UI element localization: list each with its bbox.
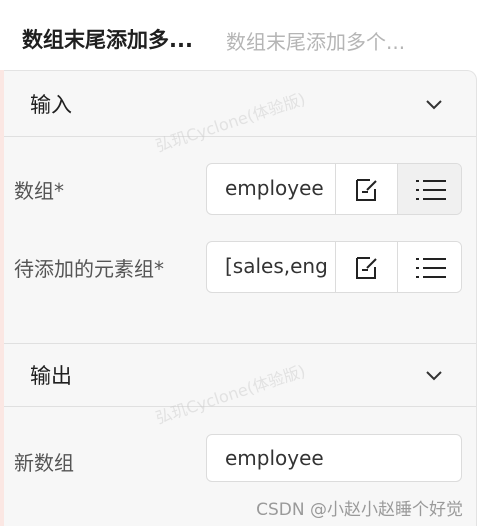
node-header: 数组末尾添加多... 数组末尾添加多个... [0,0,477,70]
output-section-title: 输出 [30,364,72,388]
output-section-header[interactable]: 输出 [4,343,476,407]
list-button[interactable] [397,164,461,214]
edit-button[interactable] [335,164,397,214]
elements-value: [sales,eng [225,254,328,278]
new-array-value: employee [225,446,324,470]
array-label: 数组* [14,179,64,203]
elements-label: 待添加的元素组* [14,257,164,281]
elements-field[interactable]: [sales,eng [206,241,462,293]
list-button[interactable] [397,242,461,292]
new-array-field[interactable]: employee [206,434,462,482]
chevron-down-icon [426,100,442,110]
edit-button[interactable] [335,242,397,292]
new-array-label: 新数组 [14,451,74,475]
properties-panel: 输入 弘玑Cyclone(体验版) 数组* employee 待添加的元素组* … [4,70,477,526]
array-value: employee [225,176,324,200]
input-section-header[interactable]: 输入 [4,72,476,137]
node-title: 数组末尾添加多... [22,28,193,52]
edit-icon [355,257,377,279]
csdn-watermark: CSDN @小赵小赵睡个好觉 [256,500,463,520]
list-icon [415,180,446,200]
input-section-title: 输入 [30,93,72,117]
edit-icon [355,179,377,201]
array-field[interactable]: employee [206,163,462,215]
list-icon [415,258,446,278]
chevron-down-icon [426,371,442,381]
page: 数组末尾添加多... 数组末尾添加多个... 输入 弘玑Cyclone(体验版)… [0,0,477,526]
node-subtitle: 数组末尾添加多个... [226,30,406,54]
